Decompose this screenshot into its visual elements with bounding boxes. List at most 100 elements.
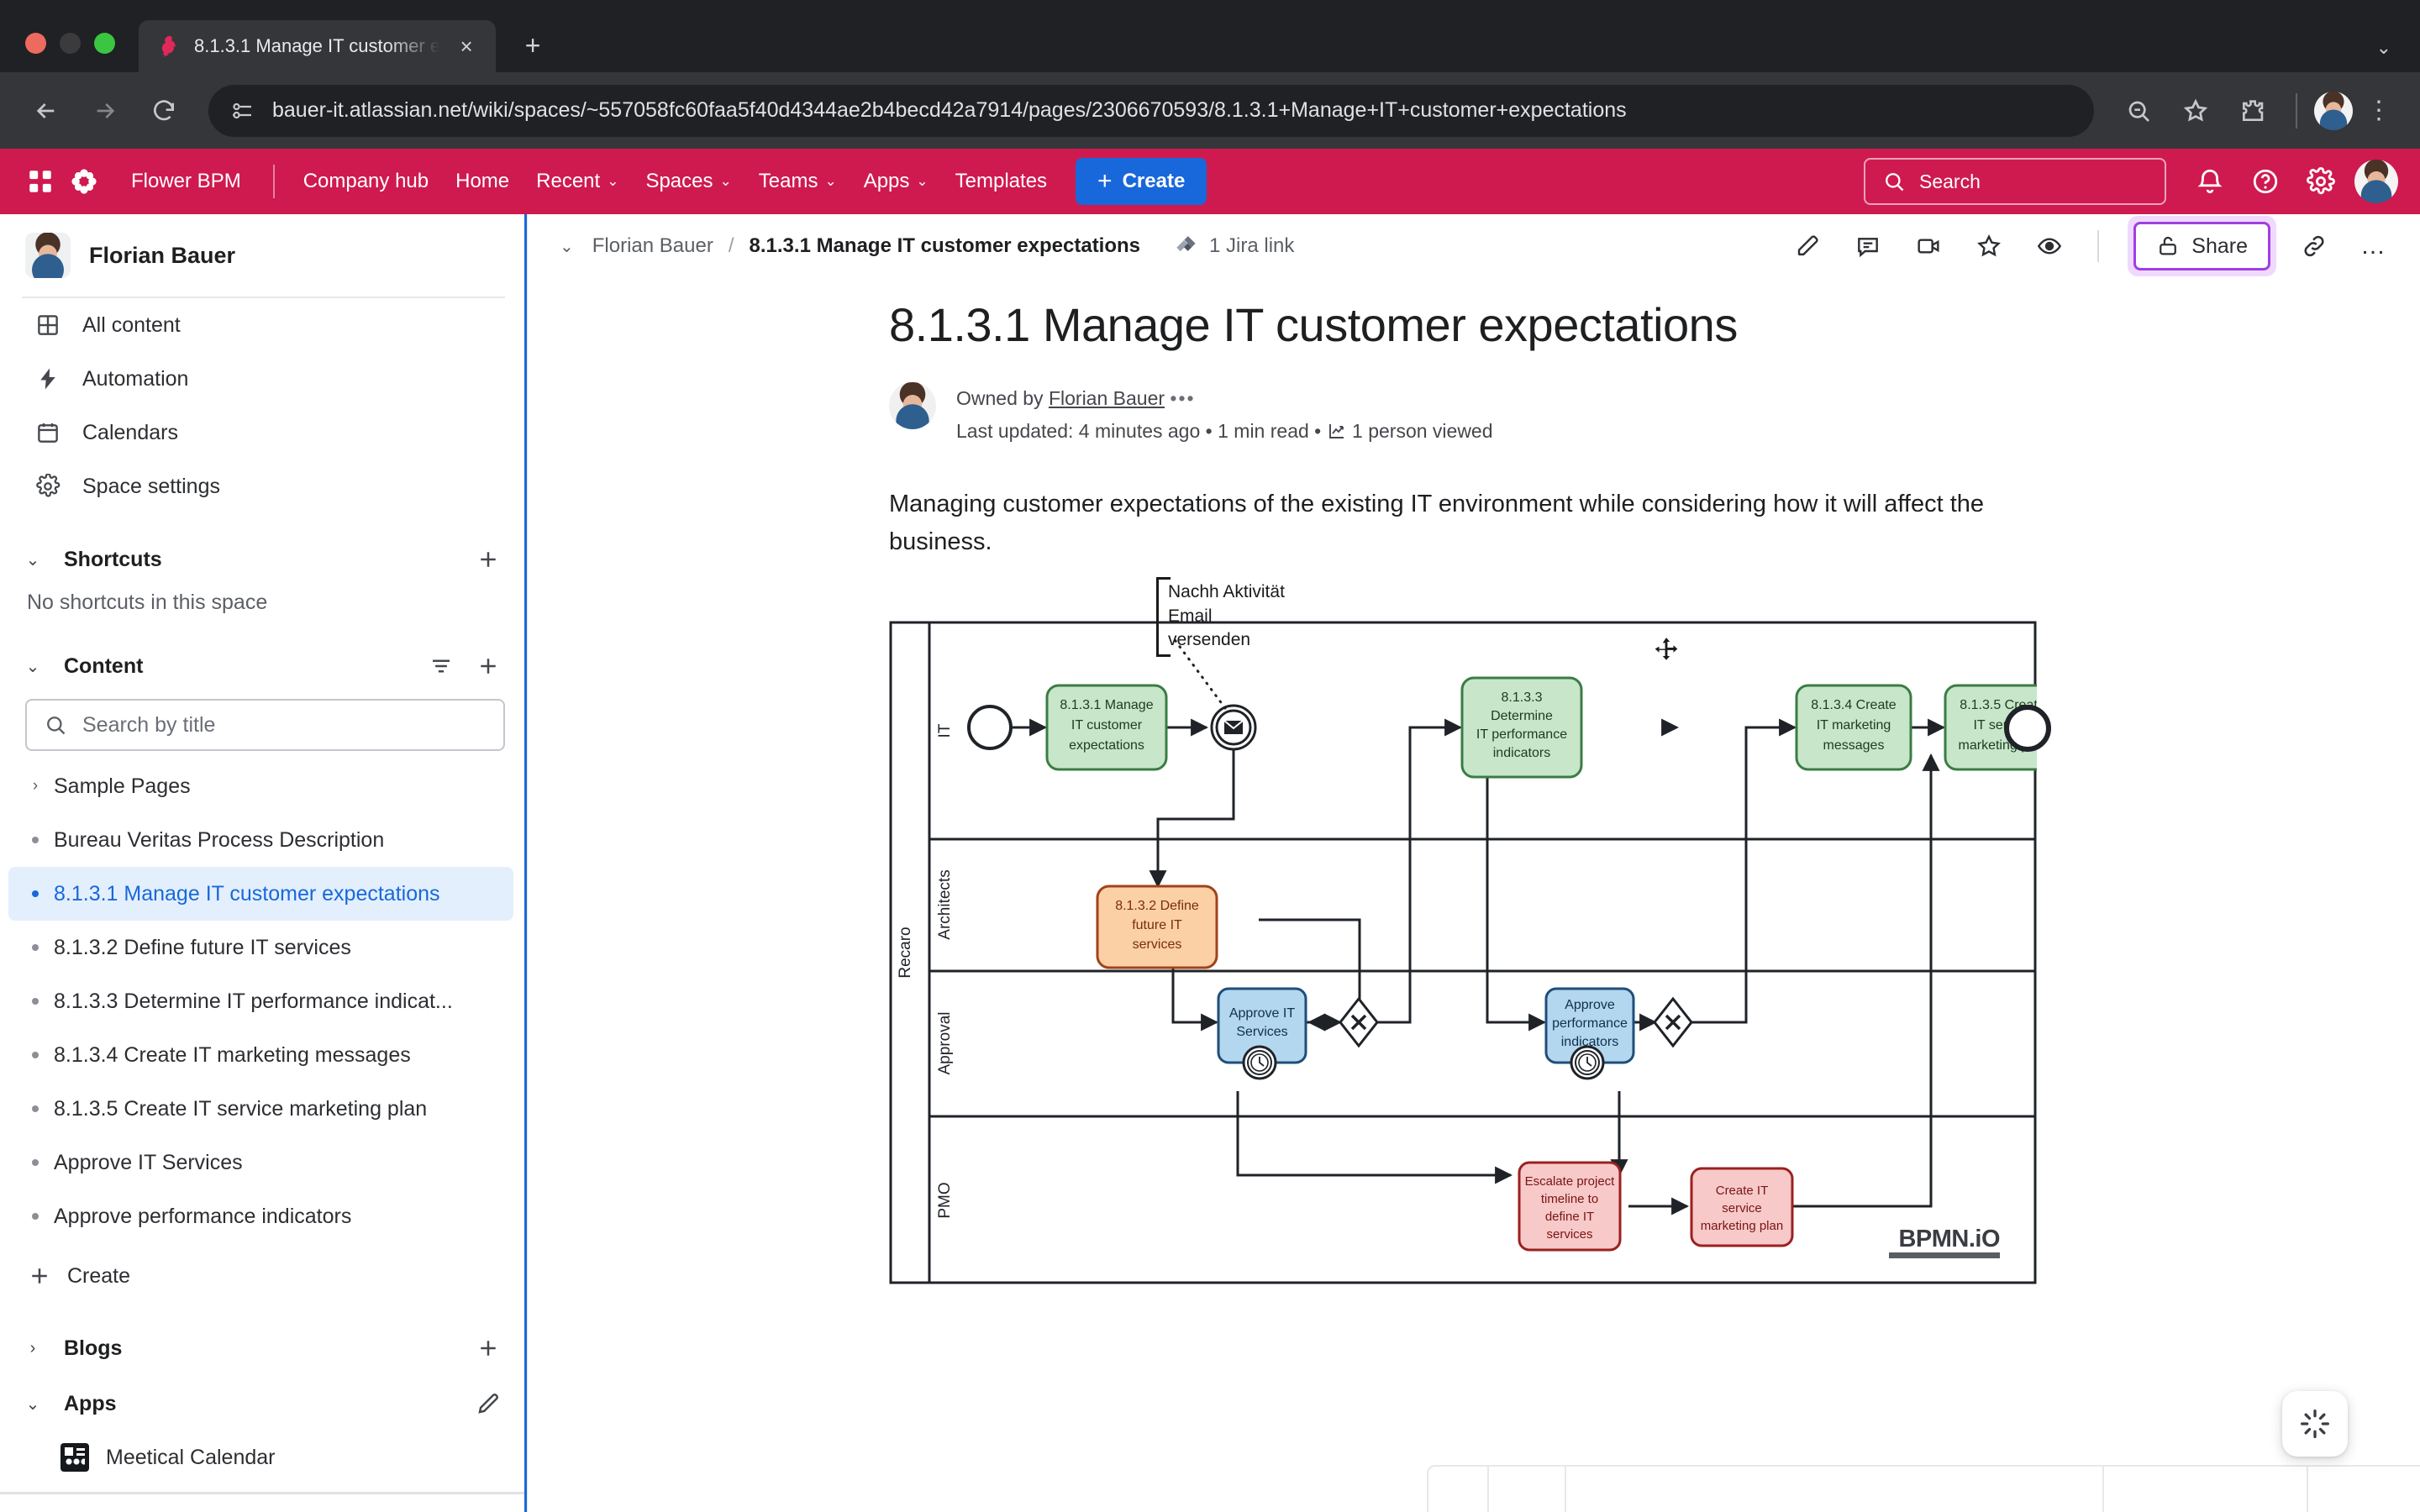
updated-line: Last updated: 4 minutes ago • 1 min read…	[956, 415, 1493, 448]
window-traffic-lights[interactable]	[0, 33, 115, 72]
nav-item-recent[interactable]: Recent ⌄	[523, 161, 632, 202]
table-cell[interactable]	[1489, 1467, 1566, 1512]
app-switcher-icon[interactable]	[18, 160, 62, 203]
chevron-right-icon[interactable]: ›	[17, 777, 54, 795]
breadcrumb-separator: /	[728, 234, 734, 257]
reload-button[interactable]	[138, 85, 190, 137]
new-tab-button[interactable]: +	[509, 22, 556, 69]
content-table[interactable]	[1427, 1465, 2420, 1512]
settings-gear-icon[interactable]	[2299, 160, 2343, 203]
sidebar-create-page-button[interactable]: Create	[8, 1248, 513, 1304]
chevron-down-icon[interactable]: ⌄	[15, 542, 50, 577]
task-create-it-service-marketing-plan: Create IT service marketing plan	[1690, 1167, 1794, 1247]
svg-text:marketing plan: marketing plan	[1701, 1219, 1783, 1233]
start-event	[967, 705, 1013, 751]
table-cell[interactable]	[2104, 1467, 2308, 1512]
chevron-right-icon[interactable]: ›	[15, 1331, 50, 1366]
breadcrumb-space-link[interactable]: Florian Bauer	[592, 234, 713, 258]
breadcrumb-chevron-icon[interactable]: ⌄	[556, 236, 577, 257]
sidebar-item-8134-create-it-marketing-messages[interactable]: 8.1.3.4 Create IT marketing messages	[8, 1028, 513, 1082]
sidebar-item-label: 8.1.3.1 Manage IT customer expectations	[54, 881, 440, 906]
user-avatar[interactable]	[2354, 160, 2398, 203]
pencil-icon[interactable]	[471, 1387, 505, 1420]
star-icon[interactable]	[1966, 223, 2012, 269]
address-bar[interactable]: bauer-it.atlassian.net/wiki/spaces/~5570…	[208, 84, 2094, 137]
nav-item-apps[interactable]: Apps ⌄	[850, 161, 942, 202]
forward-button[interactable]	[79, 85, 131, 137]
content-filter-icon[interactable]	[424, 649, 458, 683]
browser-tab[interactable]: 8.1.3.1 Manage IT customer e ×	[139, 20, 497, 72]
nav-item-templates[interactable]: Templates	[942, 161, 1060, 202]
chevron-down-icon[interactable]: ⌄	[2376, 37, 2391, 59]
add-content-button[interactable]	[471, 649, 505, 683]
global-search-input[interactable]: Search	[1864, 158, 2166, 205]
avatar[interactable]	[889, 382, 936, 430]
bookmark-star-icon[interactable]	[2170, 85, 2222, 137]
site-settings-icon[interactable]	[230, 98, 255, 123]
chevron-down-icon[interactable]: ⌄	[15, 1386, 50, 1421]
url-text: bauer-it.atlassian.net/wiki/spaces/~5570…	[272, 98, 1627, 122]
sidebar-item-automation[interactable]: Automation	[8, 352, 518, 406]
sidebar-item-approve-it-services[interactable]: Approve IT Services	[8, 1136, 513, 1189]
svg-text:Determine: Determine	[1491, 709, 1553, 723]
nav-brand[interactable]: Flower BPM	[118, 161, 255, 202]
share-button[interactable]: Share	[2133, 222, 2270, 270]
browser-profile-avatar[interactable]	[2314, 91, 2353, 130]
sidebar-item-bureau-veritas-process-description[interactable]: Bureau Veritas Process Description	[8, 813, 513, 867]
search-by-title-input[interactable]: Search by title	[25, 699, 505, 751]
flower-logo-icon[interactable]	[62, 160, 106, 203]
video-icon[interactable]	[1906, 223, 1951, 269]
chevron-down-icon[interactable]: ⌄	[15, 648, 50, 684]
sidebar-item-label: Automation	[82, 366, 189, 391]
link-icon[interactable]	[2291, 223, 2337, 269]
gear-icon	[34, 474, 62, 499]
sidebar-item-8135-create-it-service-marketing-plan[interactable]: 8.1.3.5 Create IT service marketing plan	[8, 1082, 513, 1136]
back-button[interactable]	[20, 85, 72, 137]
sidebar-item-calendars[interactable]: Calendars	[8, 406, 518, 459]
views-text[interactable]: 1 person viewed	[1352, 420, 1493, 442]
close-tab-button[interactable]: ×	[452, 32, 481, 60]
sidebar-item-approve-performance-indicators[interactable]: Approve performance indicators	[8, 1189, 513, 1243]
zoom-out-icon[interactable]	[2112, 85, 2165, 137]
sidebar-item-sample-pages[interactable]: › Sample Pages	[8, 759, 513, 813]
analytics-icon	[1328, 424, 1344, 439]
sidebar-item-8133-determine-it-performance-indicators[interactable]: 8.1.3.3 Determine IT performance indicat…	[8, 974, 513, 1028]
sidebar-item-8131-manage-it-customer-expectations[interactable]: 8.1.3.1 Manage IT customer expectations	[8, 867, 513, 921]
sidebar-item-all-content[interactable]: All content	[8, 298, 518, 352]
help-icon[interactable]	[2244, 160, 2287, 203]
sidebar-item-meetical-calendar[interactable]: Meetical Calendar	[0, 1431, 527, 1483]
sidebar-space-header[interactable]: Florian Bauer	[0, 214, 527, 293]
add-shortcut-button[interactable]	[471, 543, 505, 576]
end-event-shape[interactable]	[1994, 695, 2061, 762]
jira-link-chip[interactable]: 1 Jira link	[1174, 234, 1294, 259]
add-blog-button[interactable]	[471, 1331, 505, 1365]
share-button-highlight: Share	[2128, 216, 2276, 276]
owner-link[interactable]: Florian Bauer	[1049, 387, 1165, 409]
document: 8.1.3.1 Manage IT customer expectations …	[528, 278, 2420, 1284]
sidebar-item-8132-define-future-it-services[interactable]: 8.1.3.2 Define future IT services	[8, 921, 513, 974]
bpmn-diagram[interactable]: Nachh Aktivität Email versenden Recaro I…	[889, 577, 2051, 1284]
nav-item-company-hub[interactable]: Company hub	[290, 161, 442, 202]
page-more-actions-button[interactable]: …	[2352, 232, 2395, 260]
table-cell[interactable]	[2308, 1467, 2420, 1512]
table-cell[interactable]	[1428, 1467, 1489, 1512]
bpmn-canvas[interactable]: Recaro IT Architects Approval PMO 8.1.3.…	[889, 621, 2037, 1284]
nav-item-home[interactable]: Home	[442, 161, 523, 202]
ai-assistant-button[interactable]	[2282, 1391, 2348, 1457]
nav-item-spaces[interactable]: Spaces ⌄	[632, 161, 744, 202]
owner-more-icon[interactable]: •••	[1170, 387, 1195, 409]
nav-item-teams[interactable]: Teams ⌄	[745, 161, 850, 202]
edit-icon[interactable]	[1785, 223, 1830, 269]
watch-icon[interactable]	[2027, 223, 2072, 269]
extensions-icon[interactable]	[2227, 85, 2279, 137]
close-window-button[interactable]	[25, 33, 46, 54]
create-button[interactable]: + Create	[1076, 158, 1207, 205]
browser-menu-icon[interactable]: ⋮	[2358, 96, 2400, 125]
move-cursor-icon	[1655, 638, 1678, 661]
notifications-bell-icon[interactable]	[2188, 160, 2232, 203]
sidebar-item-space-settings[interactable]: Space settings	[8, 459, 518, 513]
maximize-window-button[interactable]	[94, 33, 115, 54]
table-cell[interactable]	[1566, 1467, 2104, 1512]
comment-icon[interactable]	[1845, 223, 1891, 269]
minimize-window-button[interactable]	[60, 33, 81, 54]
